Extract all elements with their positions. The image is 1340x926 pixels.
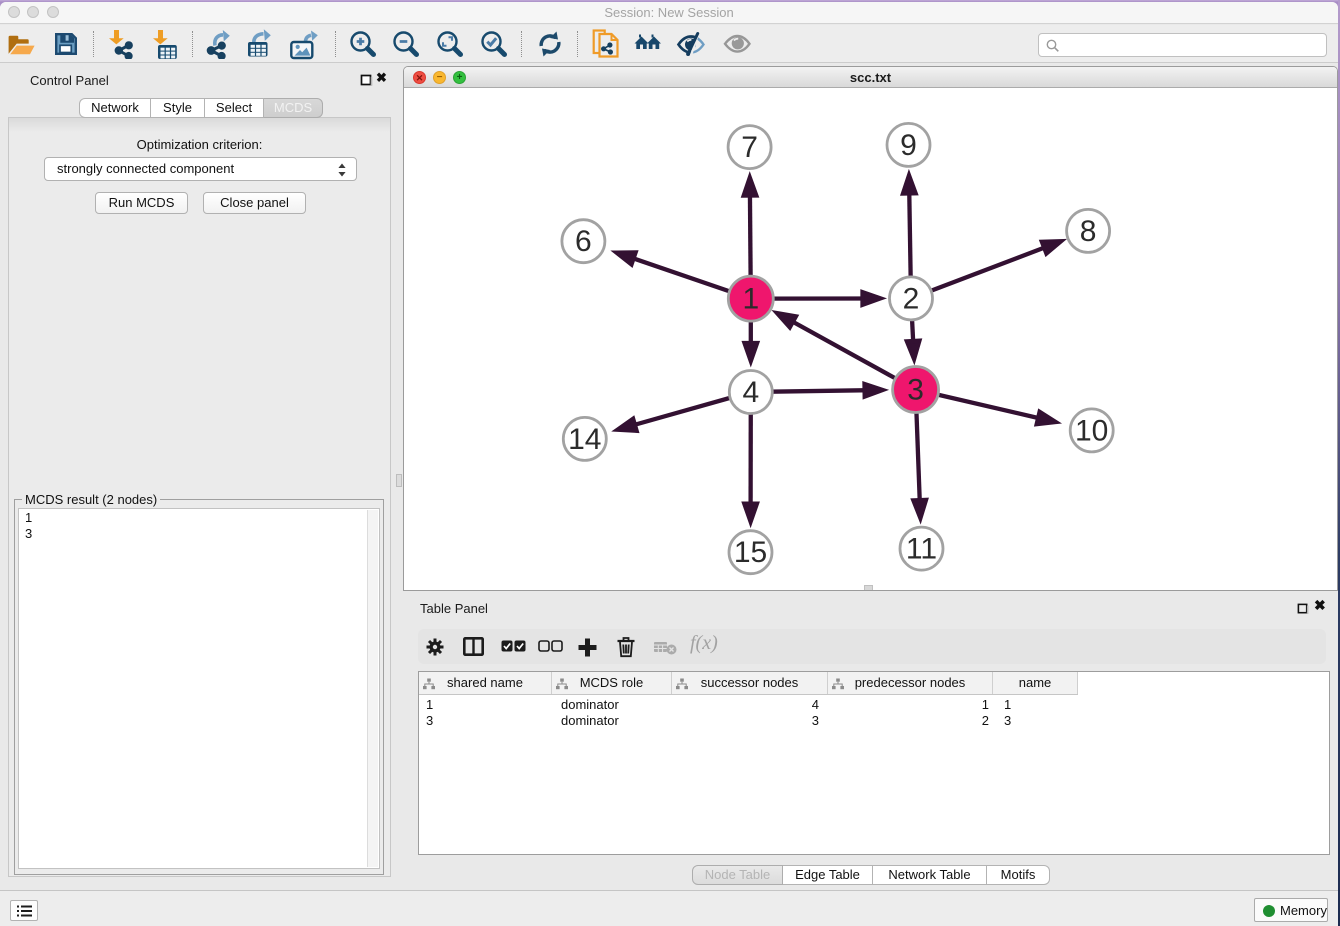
svg-text:2: 2: [903, 282, 920, 315]
svg-text:7: 7: [741, 131, 758, 164]
svg-text:10: 10: [1075, 414, 1108, 447]
svg-text:1: 1: [742, 283, 759, 316]
svg-text:3: 3: [907, 374, 924, 407]
svg-text:15: 15: [734, 536, 767, 569]
svg-text:4: 4: [742, 376, 759, 409]
svg-text:8: 8: [1080, 215, 1097, 248]
svg-text:9: 9: [900, 129, 917, 162]
svg-text:6: 6: [575, 225, 592, 258]
svg-text:11: 11: [906, 533, 937, 566]
svg-text:14: 14: [568, 423, 601, 456]
